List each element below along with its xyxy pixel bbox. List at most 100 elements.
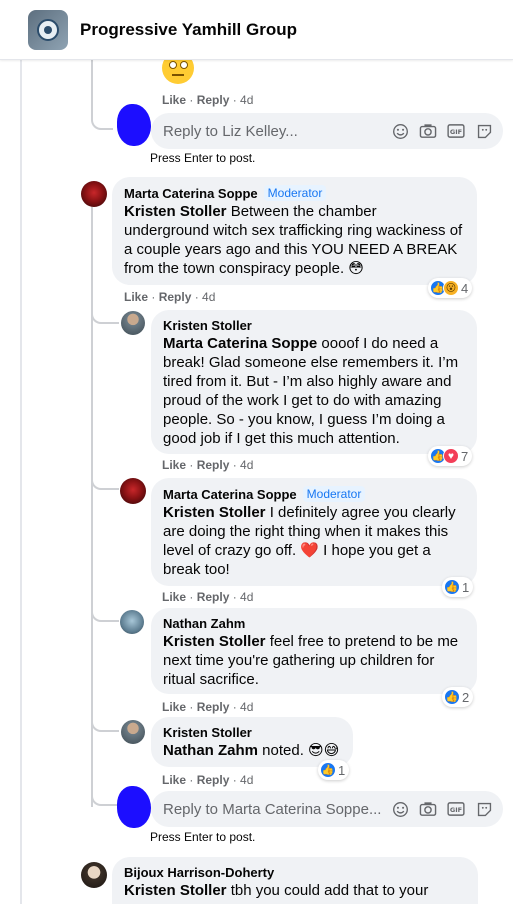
reply-link[interactable]: Reply [197, 93, 230, 107]
comment-author[interactable]: Nathan Zahm [163, 616, 245, 631]
timestamp[interactable]: 4d [240, 590, 253, 604]
gif-icon[interactable]: GIF [447, 800, 465, 818]
reply-box[interactable]: Reply to Liz Kelley... GIF [151, 113, 503, 149]
mention-link[interactable]: Nathan Zahm [163, 742, 258, 759]
avatar[interactable] [81, 862, 107, 888]
current-user-avatar [117, 104, 151, 146]
reply-link[interactable]: Reply [197, 700, 230, 714]
camera-icon[interactable] [419, 800, 437, 818]
svg-text:GIF: GIF [450, 128, 462, 136]
avatar[interactable] [81, 181, 107, 207]
comment-bubble: Marta Caterina Soppe Moderator Kristen St… [151, 478, 477, 586]
comment-text: Kristen Stoller I definitely agree you c… [163, 504, 456, 578]
timestamp[interactable]: 4d [240, 773, 253, 787]
comment-bubble: Nathan Zahm Kristen Stoller feel free to… [151, 608, 477, 694]
press-enter-hint: Press Enter to post. [150, 151, 256, 165]
comment-actions: Like · Reply · 4d [162, 458, 254, 472]
like-link[interactable]: Like [162, 93, 186, 107]
comment-actions: Like · Reply · 4d [162, 700, 254, 714]
emoji-icon[interactable] [391, 800, 409, 818]
reply-link[interactable]: Reply [197, 773, 230, 787]
comment-bubble: Bijoux Harrison-Doherty Kristen Stoller … [112, 857, 478, 904]
mention-link[interactable]: Kristen Stoller [124, 203, 227, 220]
comment-bubble: Kristen Stoller Nathan Zahm noted. 😎😅 [151, 717, 353, 767]
comment-actions: Like · Reply · 4d [162, 590, 254, 604]
reply-box[interactable]: Reply to Marta Caterina Soppe... GIF [151, 791, 503, 827]
reaction-count: 2 [462, 689, 470, 705]
like-link[interactable]: Like [162, 458, 186, 472]
like-link[interactable]: Like [124, 290, 148, 304]
thread-curve [91, 598, 119, 622]
mention-link[interactable]: Kristen Stoller [124, 882, 227, 899]
like-link[interactable]: Like [162, 700, 186, 714]
group-seal-icon [37, 19, 59, 41]
reply-input[interactable]: Reply to Marta Caterina Soppe... [163, 801, 391, 818]
comment-bubble: Kristen Stoller Marta Caterina Soppe ooo… [151, 310, 477, 454]
comment-author[interactable]: Marta Caterina Soppe [163, 487, 297, 502]
timestamp[interactable]: 4d [240, 700, 253, 714]
timestamp[interactable]: 4d [240, 93, 253, 107]
avatar[interactable] [120, 478, 146, 504]
reaction-summary[interactable]: 👍 ♥ 7 [428, 446, 473, 466]
sticker-icon[interactable] [475, 800, 493, 818]
mention-link[interactable]: Kristen Stoller [163, 504, 266, 521]
comment-actions: Like · Reply · 4d [162, 773, 254, 787]
reaction-count: 1 [338, 762, 346, 778]
moderator-badge: Moderator [302, 486, 366, 502]
avatar[interactable] [121, 311, 145, 335]
sticker-icon[interactable] [475, 122, 493, 140]
press-enter-hint: Press Enter to post. [150, 830, 256, 844]
comment-text: Kristen Stoller tbh you could add that t… [124, 882, 429, 899]
thread-curve [91, 708, 119, 732]
current-user-avatar [117, 786, 151, 828]
like-reaction-icon: 👍 [444, 579, 460, 595]
comment-text: Kristen Stoller feel free to pretend to … [163, 633, 459, 688]
reply-input[interactable]: Reply to Liz Kelley... [163, 123, 391, 140]
comment-text: Marta Caterina Soppe oooof I do need a b… [163, 335, 459, 447]
reaction-count: 7 [461, 448, 469, 464]
thread-curve [91, 100, 113, 130]
reaction-summary[interactable]: 👍 2 [442, 687, 474, 707]
emoji-icon[interactable] [391, 122, 409, 140]
comment-author[interactable]: Kristen Stoller [163, 725, 252, 740]
gif-icon[interactable]: GIF [447, 122, 465, 140]
comment-actions: Like · Reply · 4d [124, 290, 216, 304]
comment-bubble: Marta Caterina Soppe Moderator Kristen St… [112, 177, 477, 285]
comment-author[interactable]: Kristen Stoller [163, 318, 252, 333]
mention-link[interactable]: Kristen Stoller [163, 633, 266, 650]
reply-link[interactable]: Reply [197, 458, 230, 472]
comment-text: Nathan Zahm noted. 😎😅 [163, 742, 340, 759]
timestamp[interactable]: 4d [240, 458, 253, 472]
comment-actions: Like · Reply · 4d [162, 93, 254, 107]
avatar[interactable] [120, 610, 144, 634]
love-reaction-icon: ♥ [443, 448, 459, 464]
group-title[interactable]: Progressive Yamhill Group [80, 20, 297, 40]
camera-icon[interactable] [419, 122, 437, 140]
reaction-summary[interactable]: 👍 😮 4 [428, 278, 473, 298]
like-reaction-icon: 👍 [320, 762, 336, 778]
svg-text:GIF: GIF [450, 806, 462, 814]
like-reaction-icon: 👍 [444, 689, 460, 705]
reaction-count: 1 [462, 579, 470, 595]
group-avatar[interactable] [28, 10, 68, 50]
reply-link[interactable]: Reply [197, 590, 230, 604]
moderator-badge: Moderator [263, 185, 327, 201]
reaction-summary[interactable]: 👍 1 [318, 760, 350, 780]
thread-line [20, 60, 22, 904]
reply-link[interactable]: Reply [159, 290, 192, 304]
reaction-count: 4 [461, 280, 469, 296]
comment-author[interactable]: Bijoux Harrison-Doherty [124, 865, 274, 880]
thread-curve [91, 300, 119, 324]
thread-curve [91, 778, 119, 806]
thread-curve [91, 466, 119, 490]
group-header: Progressive Yamhill Group [0, 0, 513, 60]
mention-link[interactable]: Marta Caterina Soppe [163, 335, 317, 352]
comment-text: Kristen Stoller Between the chamber unde… [124, 203, 463, 277]
comment-author[interactable]: Marta Caterina Soppe [124, 186, 258, 201]
reaction-summary[interactable]: 👍 1 [442, 577, 474, 597]
like-link[interactable]: Like [162, 590, 186, 604]
avatar[interactable] [121, 720, 145, 744]
wow-reaction-icon: 😮 [443, 280, 459, 296]
timestamp[interactable]: 4d [202, 290, 215, 304]
like-link[interactable]: Like [162, 773, 186, 787]
